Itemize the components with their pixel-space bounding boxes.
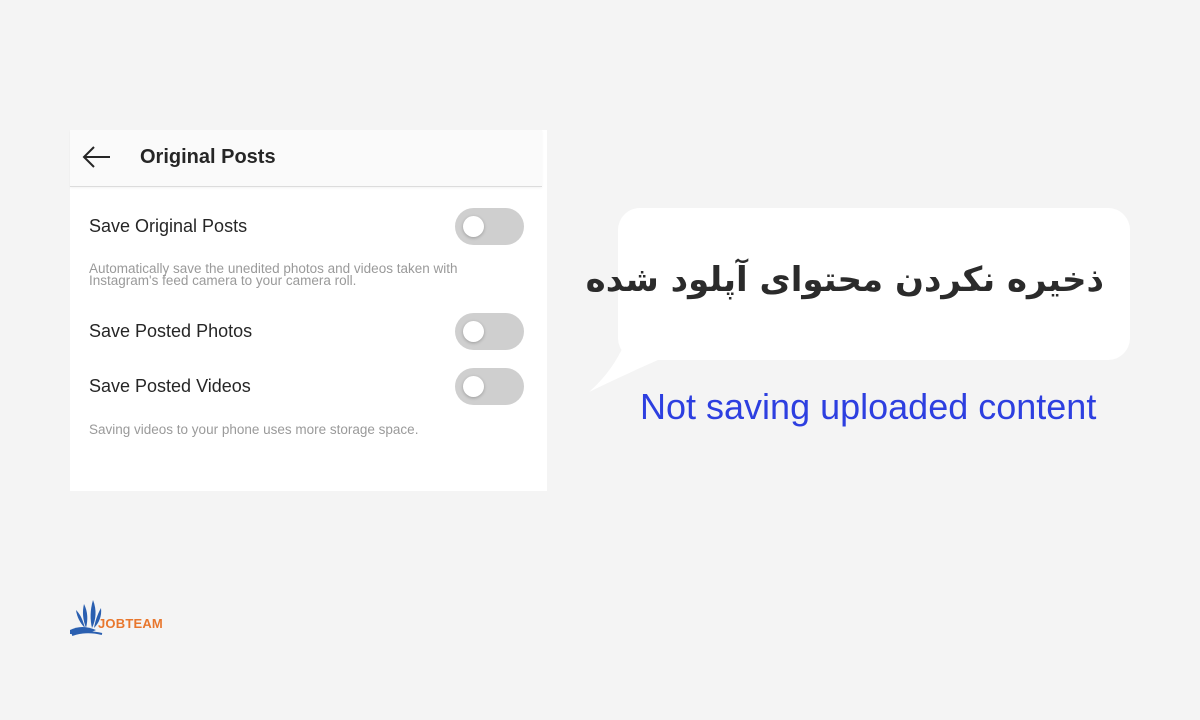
app-header: Original Posts	[70, 130, 542, 187]
setting-label-save-posted-photos: Save Posted Photos	[89, 321, 253, 341]
description-line: Instagram's feed camera to your camera r…	[89, 273, 357, 288]
setting-description-videos: Saving videos to your phone uses more st…	[89, 422, 419, 437]
toggle-save-posted-videos[interactable]	[455, 368, 524, 405]
arrow-left-icon	[82, 146, 110, 168]
jobteam-logo: JOBTEAM	[68, 600, 163, 638]
toggle-knob	[463, 321, 484, 342]
english-caption: Not saving uploaded content	[640, 386, 1097, 427]
back-button[interactable]	[82, 144, 112, 170]
setting-label-save-original-posts: Save Original Posts	[89, 216, 248, 236]
toggle-knob	[463, 216, 484, 237]
speech-bubble: ذخیره نکردن محتوای آپلود شده	[586, 208, 1130, 360]
setting-label-save-posted-videos: Save Posted Videos	[89, 376, 251, 396]
persian-headline: ذخیره نکردن محتوای آپلود شده	[585, 260, 1104, 300]
toggle-save-posted-photos[interactable]	[455, 313, 524, 350]
toggle-save-original-posts[interactable]	[455, 208, 524, 245]
setting-description-original-posts: Automatically save the unedited photos a…	[89, 262, 509, 288]
page-title: Original Posts	[140, 146, 276, 168]
settings-panel: Original Posts Save Original Posts Autom…	[70, 130, 547, 491]
toggle-knob	[463, 376, 484, 397]
logo-text: JOBTEAM	[98, 616, 163, 631]
